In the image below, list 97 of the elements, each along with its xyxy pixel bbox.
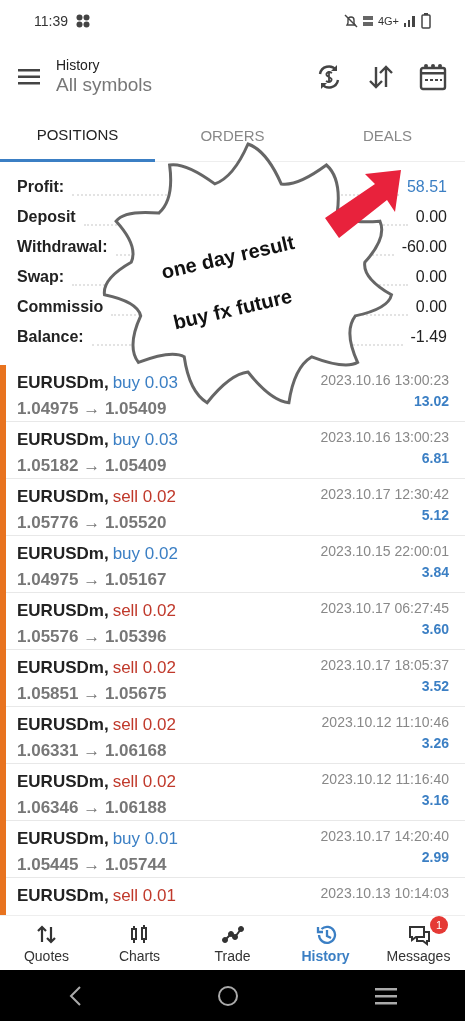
deal-row[interactable]: EURUSDm, buy 0.03 1.04975 → 1.05409 2023.10.16 13:00:23 13.02 bbox=[6, 365, 465, 422]
clock-time: 11:39 bbox=[34, 11, 68, 31]
screen-title: History bbox=[56, 57, 101, 73]
summary-label: Balance: bbox=[17, 327, 84, 347]
deal-row[interactable]: EURUSDm, buy 0.02 1.04975 → 1.05167 2023.10.15 22:00:01 3.84 bbox=[6, 536, 465, 593]
deal-time: 2023.10.17 14:20:40 bbox=[320, 827, 449, 846]
deal-volume: sell 0.02 bbox=[112, 657, 176, 679]
summary-value: -1.49 bbox=[410, 327, 447, 347]
price-range: 1.05576 → 1.05396 bbox=[17, 625, 168, 648]
price-range: 1.05182 → 1.05409 bbox=[17, 454, 168, 477]
price-range: 1.06346 → 1.06188 bbox=[17, 796, 168, 819]
deal-volume: sell 0.02 bbox=[112, 714, 176, 736]
summary-value: 58.51 bbox=[406, 177, 447, 197]
deal-profit: 3.26 bbox=[420, 734, 449, 753]
nav-tab[interactable]: History bbox=[279, 916, 372, 970]
deal-time: 2023.10.17 18:05:37 bbox=[320, 656, 449, 675]
deal-row[interactable]: EURUSDm, sell 0.02 1.05776 → 1.05520 2023.10.17 12:30:42 5.12 bbox=[6, 479, 465, 536]
deal-volume: buy 0.01 bbox=[112, 828, 178, 850]
battery-icon bbox=[421, 13, 431, 29]
summary-value: 0.00 bbox=[415, 207, 447, 227]
summary-value: 0.00 bbox=[415, 267, 447, 287]
symbol-name: EURUSDm, bbox=[17, 714, 109, 736]
deal-time: 2023.10.16 13:00:23 bbox=[320, 428, 449, 447]
price-range: 1.04975 → 1.05167 bbox=[17, 568, 168, 591]
symbol-name: EURUSDm, bbox=[17, 372, 109, 394]
symbol-name: EURUSDm, bbox=[17, 771, 109, 793]
deal-row[interactable]: EURUSDm, sell 0.02 1.05576 → 1.05396 2023.10.17 06:27:45 3.60 bbox=[6, 593, 465, 650]
deal-volume: sell 0.02 bbox=[112, 600, 176, 622]
summary-label: Withdrawal: bbox=[17, 237, 108, 257]
deal-time: 2023.10.17 12:30:42 bbox=[320, 485, 449, 504]
deal-profit: 3.84 bbox=[420, 563, 449, 582]
network-label: 4G+ bbox=[377, 13, 399, 29]
recents-icon[interactable] bbox=[375, 986, 398, 1005]
symbol-name: EURUSDm, bbox=[17, 600, 109, 622]
deal-profit: 3.52 bbox=[420, 677, 449, 696]
back-icon[interactable] bbox=[67, 984, 82, 1007]
summary-label: Swap: bbox=[17, 267, 65, 287]
price-range: 1.06331 → 1.06168 bbox=[17, 739, 168, 762]
deal-row[interactable]: EURUSDm, sell 0.02 1.05851 → 1.05675 2023.10.17 18:05:37 3.52 bbox=[6, 650, 465, 707]
sort-arrows-icon[interactable] bbox=[367, 63, 395, 91]
quotes-arrows-icon bbox=[35, 923, 58, 946]
calendar-icon[interactable] bbox=[419, 63, 447, 91]
callout-text: buy fx future bbox=[170, 283, 295, 336]
symbol-name: EURUSDm, bbox=[17, 885, 109, 907]
callout-text: one day result bbox=[158, 230, 298, 285]
signal-icon bbox=[403, 14, 417, 28]
tab[interactable]: DEALS bbox=[310, 112, 465, 162]
tab[interactable]: POSITIONS bbox=[0, 112, 155, 162]
symbol-name: EURUSDm, bbox=[17, 543, 109, 565]
deal-profit: 2.99 bbox=[420, 848, 449, 867]
deal-time: 2023.10.12 11:10:46 bbox=[321, 713, 449, 732]
home-icon[interactable] bbox=[217, 984, 240, 1007]
summary-label: Profit: bbox=[17, 177, 65, 197]
deal-volume: sell 0.02 bbox=[112, 486, 176, 508]
price-range: 1.05776 → 1.05520 bbox=[17, 511, 168, 534]
deal-time: 2023.10.13 10:14:03 bbox=[320, 884, 449, 903]
nav-tab[interactable]: Quotes bbox=[0, 916, 93, 970]
deal-volume: sell 0.01 bbox=[112, 885, 176, 907]
price-range: 1.04975 → 1.05409 bbox=[17, 397, 168, 420]
deal-row[interactable]: EURUSDm, buy 0.03 1.05182 → 1.05409 2023.10.16 13:00:23 6.81 bbox=[6, 422, 465, 479]
deal-row[interactable]: EURUSDm, buy 0.01 1.05445 → 1.05744 2023.10.17 14:20:40 2.99 bbox=[6, 821, 465, 878]
deal-volume: buy 0.03 bbox=[112, 372, 178, 394]
deal-profit: 5.12 bbox=[420, 506, 449, 525]
symbol-filter[interactable]: All symbols bbox=[56, 73, 315, 97]
nav-tab[interactable]: Charts bbox=[93, 916, 186, 970]
price-range: 1.05851 → 1.05675 bbox=[17, 682, 168, 705]
deal-time: 2023.10.17 06:27:45 bbox=[320, 599, 449, 618]
deal-profit: 3.16 bbox=[420, 791, 449, 810]
chart-line-icon bbox=[221, 923, 244, 946]
summary-value: 0.00 bbox=[415, 297, 447, 317]
deal-time: 2023.10.15 22:00:01 bbox=[320, 542, 449, 561]
deal-time: 2023.10.16 13:00:23 bbox=[320, 371, 449, 390]
price-range: 1.05445 → 1.05744 bbox=[17, 853, 168, 876]
deal-volume: buy 0.03 bbox=[112, 429, 178, 451]
deal-profit: 3.60 bbox=[420, 620, 449, 639]
deal-row[interactable]: EURUSDm, sell 0.02 1.06346 → 1.06188 2023.10.12 11:16:40 3.16 bbox=[6, 764, 465, 821]
deal-row[interactable]: EURUSDm, sell 0.02 1.06331 → 1.06168 2023.10.12 11:10:46 3.26 bbox=[6, 707, 465, 764]
symbol-name: EURUSDm, bbox=[17, 429, 109, 451]
deal-volume: buy 0.02 bbox=[112, 543, 178, 565]
muted-bell-icon bbox=[343, 14, 358, 28]
notification-badge: 1 bbox=[430, 916, 448, 934]
deal-time: 2023.10.12 11:16:40 bbox=[321, 770, 449, 789]
summary-value: -60.00 bbox=[401, 237, 447, 257]
summary-label: Commissio bbox=[17, 297, 104, 317]
symbol-name: EURUSDm, bbox=[17, 657, 109, 679]
deal-profit: 13.02 bbox=[412, 392, 449, 411]
deal-profit: 6.81 bbox=[420, 449, 449, 468]
deal-volume: sell 0.02 bbox=[112, 771, 176, 793]
menu-icon[interactable] bbox=[18, 69, 40, 85]
nav-tab[interactable]: Messages 1 bbox=[372, 916, 465, 970]
nav-tab[interactable]: Trade bbox=[186, 916, 279, 970]
history-icon bbox=[314, 923, 337, 946]
arrow-icon bbox=[325, 170, 401, 240]
symbol-name: EURUSDm, bbox=[17, 828, 109, 850]
symbol-name: EURUSDm, bbox=[17, 486, 109, 508]
chat-bubbles-icon bbox=[407, 923, 430, 946]
summary-label: Deposit bbox=[17, 207, 76, 227]
